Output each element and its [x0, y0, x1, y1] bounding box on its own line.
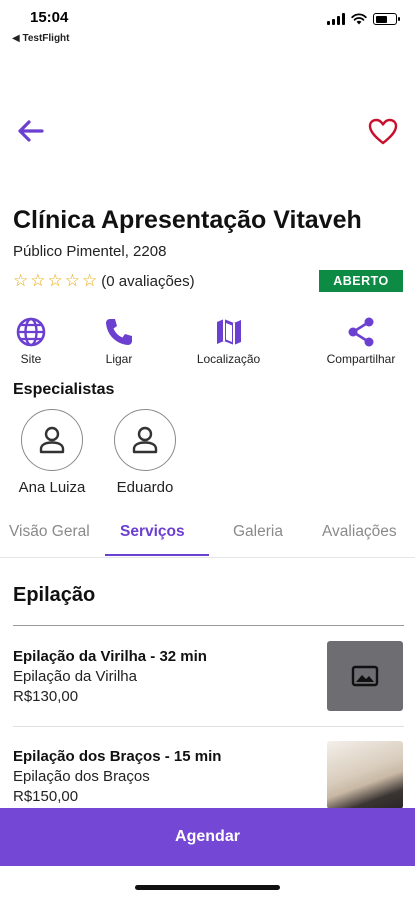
- signal-icon: [327, 13, 345, 25]
- back-button[interactable]: [12, 113, 48, 149]
- specialist-name: Eduardo: [116, 479, 174, 496]
- status-icons: [327, 13, 400, 25]
- location-label: Localização: [196, 352, 261, 366]
- service-divider: [13, 726, 404, 727]
- phone-icon: [106, 319, 132, 345]
- tab-reviews[interactable]: Avaliações: [322, 520, 397, 558]
- clinic-address: Público Pimentel, 2208: [13, 243, 167, 260]
- star-outline-icon: ☆: [30, 271, 46, 290]
- globe-icon: [16, 317, 46, 347]
- wifi-icon: [351, 13, 367, 25]
- clinic-title: Clínica Apresentação Vitaveh: [13, 206, 362, 234]
- share-icon: [348, 317, 374, 347]
- star-outline-icon: ☆: [47, 271, 63, 290]
- avatar: [114, 409, 176, 471]
- site-label: Site: [20, 352, 42, 366]
- rating-stars: ☆ ☆ ☆ ☆ ☆: [13, 271, 97, 291]
- favorite-button[interactable]: [365, 113, 401, 149]
- status-time: 15:04: [30, 9, 69, 26]
- share-label: Compartilhar: [326, 352, 396, 366]
- avatar: [21, 409, 83, 471]
- section-divider: [13, 625, 404, 626]
- user-icon: [132, 426, 158, 454]
- star-outline-icon: ☆: [82, 271, 98, 290]
- status-bar: 15:04 ◀ TestFlight: [0, 0, 415, 50]
- user-icon: [39, 426, 65, 454]
- rating-count: (0 avaliações): [101, 272, 195, 290]
- testflight-back-link[interactable]: ◀ TestFlight: [12, 33, 70, 44]
- arrow-left-icon: [18, 120, 44, 142]
- star-outline-icon: ☆: [64, 271, 80, 290]
- specialists-title: Especialistas: [13, 381, 115, 398]
- battery-icon: [373, 13, 400, 25]
- map-icon: [216, 319, 241, 345]
- heart-icon: [368, 118, 398, 144]
- site-button[interactable]: Site: [12, 316, 50, 366]
- share-button[interactable]: Compartilhar: [318, 316, 404, 366]
- service-thumbnail: [327, 641, 403, 711]
- location-button[interactable]: Localização: [190, 316, 267, 366]
- service-photo: [327, 741, 403, 809]
- star-outline-icon: ☆: [13, 271, 29, 290]
- specialist-card[interactable]: Ana Luiza: [12, 409, 92, 496]
- active-tab-indicator: [105, 554, 209, 556]
- call-button[interactable]: Ligar: [100, 316, 138, 366]
- section-title: Epilação: [13, 584, 96, 606]
- tab-bar: Visão Geral Serviços Galeria Avaliações: [0, 520, 415, 558]
- rating-row: ☆ ☆ ☆ ☆ ☆ (0 avaliações): [13, 271, 195, 291]
- tab-services[interactable]: Serviços: [120, 520, 185, 558]
- home-indicator: [135, 885, 280, 890]
- specialist-name: Ana Luiza: [18, 479, 86, 496]
- specialist-card[interactable]: Eduardo: [105, 409, 185, 496]
- image-placeholder-icon: [351, 665, 379, 687]
- tab-overview[interactable]: Visão Geral: [9, 520, 90, 558]
- schedule-button[interactable]: Agendar: [0, 808, 415, 866]
- action-bar: Site Ligar Localização Compartilhar: [0, 316, 415, 372]
- call-label: Ligar: [105, 352, 133, 366]
- status-badge: ABERTO: [319, 270, 403, 292]
- tab-gallery[interactable]: Galeria: [233, 520, 283, 558]
